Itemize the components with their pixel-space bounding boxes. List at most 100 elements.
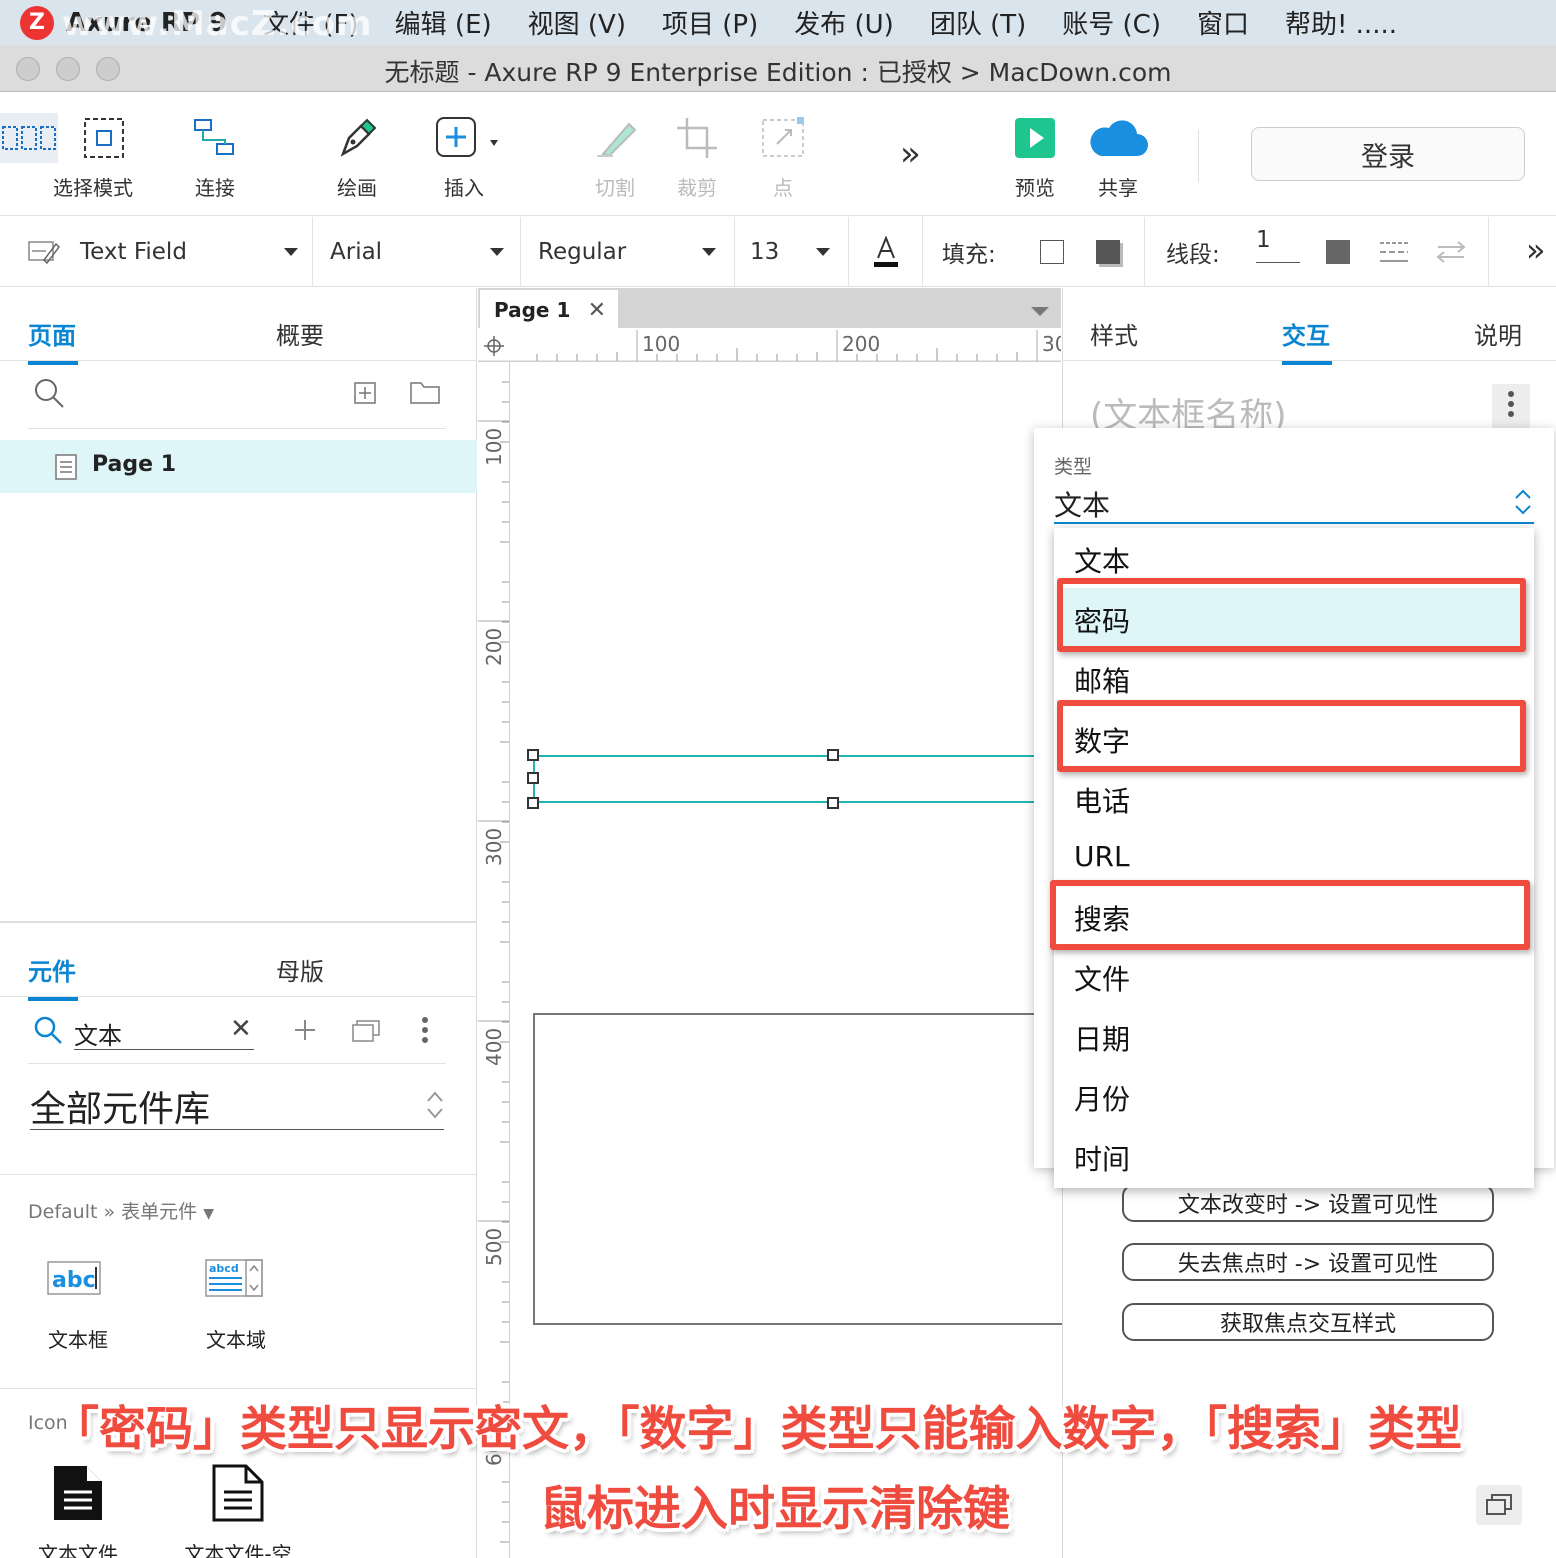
stroke-pattern-icon[interactable] bbox=[1378, 239, 1410, 265]
library-copy-icon[interactable] bbox=[352, 1018, 380, 1042]
divider bbox=[0, 921, 477, 923]
tab-interaction[interactable]: 交互 bbox=[1282, 316, 1332, 365]
widget-label: 文本文件 bbox=[38, 1542, 118, 1558]
tab-pages[interactable]: 页面 bbox=[28, 316, 78, 365]
insert-button[interactable]: 插入 bbox=[424, 92, 504, 216]
resize-handle[interactable] bbox=[527, 797, 539, 809]
restore-window-icon bbox=[1486, 1494, 1512, 1515]
active-tab-indicator bbox=[28, 997, 78, 1001]
selected-text-field[interactable] bbox=[533, 755, 1038, 803]
fill-shadow-swatch[interactable] bbox=[1096, 240, 1120, 264]
type-option-month[interactable]: 月份 bbox=[1074, 1078, 1130, 1118]
widget-search-input[interactable]: 文本 bbox=[74, 1016, 254, 1050]
add-folder-icon[interactable] bbox=[410, 380, 440, 404]
crosshair-icon[interactable] bbox=[484, 336, 504, 356]
type-option-url[interactable]: URL bbox=[1074, 840, 1130, 873]
point-button[interactable]: 点 bbox=[748, 92, 818, 216]
widget-text-area[interactable]: abcd 文本域 bbox=[196, 1258, 276, 1353]
chevron-down-icon bbox=[816, 248, 830, 256]
widget-text-file-empty[interactable]: 文本文件-空 bbox=[178, 1464, 298, 1558]
menu-help[interactable]: 帮助! ..... bbox=[1285, 4, 1397, 41]
type-option-date[interactable]: 日期 bbox=[1074, 1018, 1130, 1058]
type-option-email[interactable]: 邮箱 bbox=[1074, 660, 1130, 700]
widget-text-file[interactable]: 文本文件 bbox=[30, 1464, 126, 1558]
caption-line-1: 「密码」类型只显示密文，「数字」类型只能输入数字，「搜索」类型 bbox=[52, 1402, 1462, 1457]
font-size-value: 13 bbox=[750, 239, 780, 265]
cut-button[interactable]: 切割 bbox=[580, 92, 650, 216]
page-list-item[interactable]: Page 1 bbox=[0, 440, 477, 493]
resize-handle[interactable] bbox=[827, 797, 839, 809]
resize-handle[interactable] bbox=[527, 749, 539, 761]
tab-style[interactable]: 样式 bbox=[1090, 316, 1138, 351]
stroke-color-swatch[interactable] bbox=[1326, 240, 1350, 264]
toolbar-divider bbox=[1198, 130, 1199, 182]
type-option-text[interactable]: 文本 bbox=[1074, 540, 1130, 580]
resize-handle[interactable] bbox=[527, 772, 539, 784]
caption-line-2: 鼠标进入时显示清除键 bbox=[540, 1482, 1010, 1537]
connect-button[interactable]: 连接 bbox=[180, 92, 250, 216]
select-mode-button[interactable]: 选择模式 bbox=[0, 92, 158, 216]
type-option-file[interactable]: 文件 bbox=[1074, 958, 1130, 998]
tab-masters[interactable]: 母版 bbox=[276, 952, 324, 987]
add-library-icon[interactable] bbox=[294, 1019, 316, 1041]
crop-button[interactable]: 裁剪 bbox=[662, 92, 732, 216]
type-option-time[interactable]: 时间 bbox=[1074, 1138, 1130, 1178]
arrow-style-icon[interactable] bbox=[1436, 239, 1466, 265]
draw-button[interactable]: 绘画 bbox=[322, 92, 392, 216]
font-family-select[interactable]: Arial bbox=[330, 217, 504, 287]
widget-text-field[interactable]: abc 文本框 bbox=[38, 1258, 118, 1353]
restore-panel-button[interactable] bbox=[1476, 1485, 1522, 1525]
preview-label: 预览 bbox=[1015, 176, 1055, 200]
menu-view[interactable]: 视图 (V) bbox=[528, 4, 626, 41]
macz-logo-icon: Z bbox=[20, 5, 54, 40]
menu-edit[interactable]: 编辑 (E) bbox=[395, 4, 492, 41]
search-icon bbox=[34, 1016, 62, 1044]
fill-color-swatch[interactable] bbox=[1040, 240, 1064, 264]
menu-account[interactable]: 账号 (C) bbox=[1062, 4, 1161, 41]
menu-publish[interactable]: 发布 (U) bbox=[794, 4, 894, 41]
menu-team[interactable]: 团队 (T) bbox=[930, 4, 1026, 41]
format-more-button[interactable]: » bbox=[1526, 231, 1546, 269]
stroke-width-input[interactable]: 1 bbox=[1256, 217, 1300, 263]
page-tab[interactable]: Page 1 ✕ bbox=[480, 290, 618, 330]
type-option-tel[interactable]: 电话 bbox=[1074, 780, 1130, 820]
more-vertical-icon[interactable] bbox=[420, 1016, 430, 1044]
clear-search-icon[interactable]: ✕ bbox=[230, 1014, 252, 1044]
toolbar-more-button[interactable]: » bbox=[900, 134, 921, 174]
crop-icon bbox=[677, 118, 717, 158]
menu-window[interactable]: 窗口 bbox=[1197, 4, 1249, 41]
connect-label: 连接 bbox=[195, 176, 235, 200]
share-button[interactable]: 共享 bbox=[1080, 92, 1156, 216]
point-icon bbox=[762, 117, 804, 157]
tab-notes[interactable]: 说明 bbox=[1474, 316, 1522, 351]
close-tab-icon[interactable]: ✕ bbox=[588, 298, 606, 323]
add-page-icon[interactable] bbox=[354, 382, 376, 404]
ruler-label: 200 bbox=[842, 332, 881, 356]
resize-handle[interactable] bbox=[827, 749, 839, 761]
library-select[interactable]: 全部元件库 bbox=[30, 1080, 444, 1130]
library-breadcrumb[interactable]: Default » 表单元件 ▼ bbox=[28, 1197, 214, 1224]
canvas-rectangle[interactable] bbox=[533, 1013, 1073, 1325]
interaction-focus-style-button[interactable]: 获取焦点交互样式 bbox=[1122, 1303, 1494, 1341]
search-icon[interactable] bbox=[33, 377, 65, 409]
page-tab-label: Page 1 bbox=[494, 298, 571, 322]
font-size-select[interactable]: 13 bbox=[750, 217, 830, 287]
interaction-text-changed-button[interactable]: 文本改变时 -> 设置可见性 bbox=[1122, 1184, 1494, 1222]
type-select[interactable]: 文本 bbox=[1054, 484, 1534, 524]
menu-project[interactable]: 项目 (P) bbox=[662, 4, 758, 41]
widget-label: 文本域 bbox=[206, 1328, 266, 1352]
preview-button[interactable]: 预览 bbox=[1000, 92, 1070, 216]
text-color-button[interactable] bbox=[872, 217, 900, 287]
draw-label: 绘画 bbox=[337, 176, 377, 200]
canvas-area[interactable] bbox=[478, 288, 1061, 1558]
vertical-ruler: 100 200 300 400 500 60 bbox=[478, 362, 510, 1558]
login-button[interactable]: 登录 bbox=[1251, 127, 1525, 181]
tab-widgets[interactable]: 元件 bbox=[28, 952, 78, 1001]
font-weight-select[interactable]: Regular bbox=[538, 217, 716, 287]
interaction-lost-focus-button[interactable]: 失去焦点时 -> 设置可见性 bbox=[1122, 1243, 1494, 1281]
tab-outline[interactable]: 概要 bbox=[276, 316, 324, 351]
select-mode-label: 选择模式 bbox=[53, 176, 133, 200]
widget-type-select[interactable]: Text Field bbox=[28, 217, 298, 287]
widget-menu-button[interactable] bbox=[1492, 384, 1530, 428]
tab-list-chevron-icon[interactable] bbox=[1030, 306, 1050, 318]
